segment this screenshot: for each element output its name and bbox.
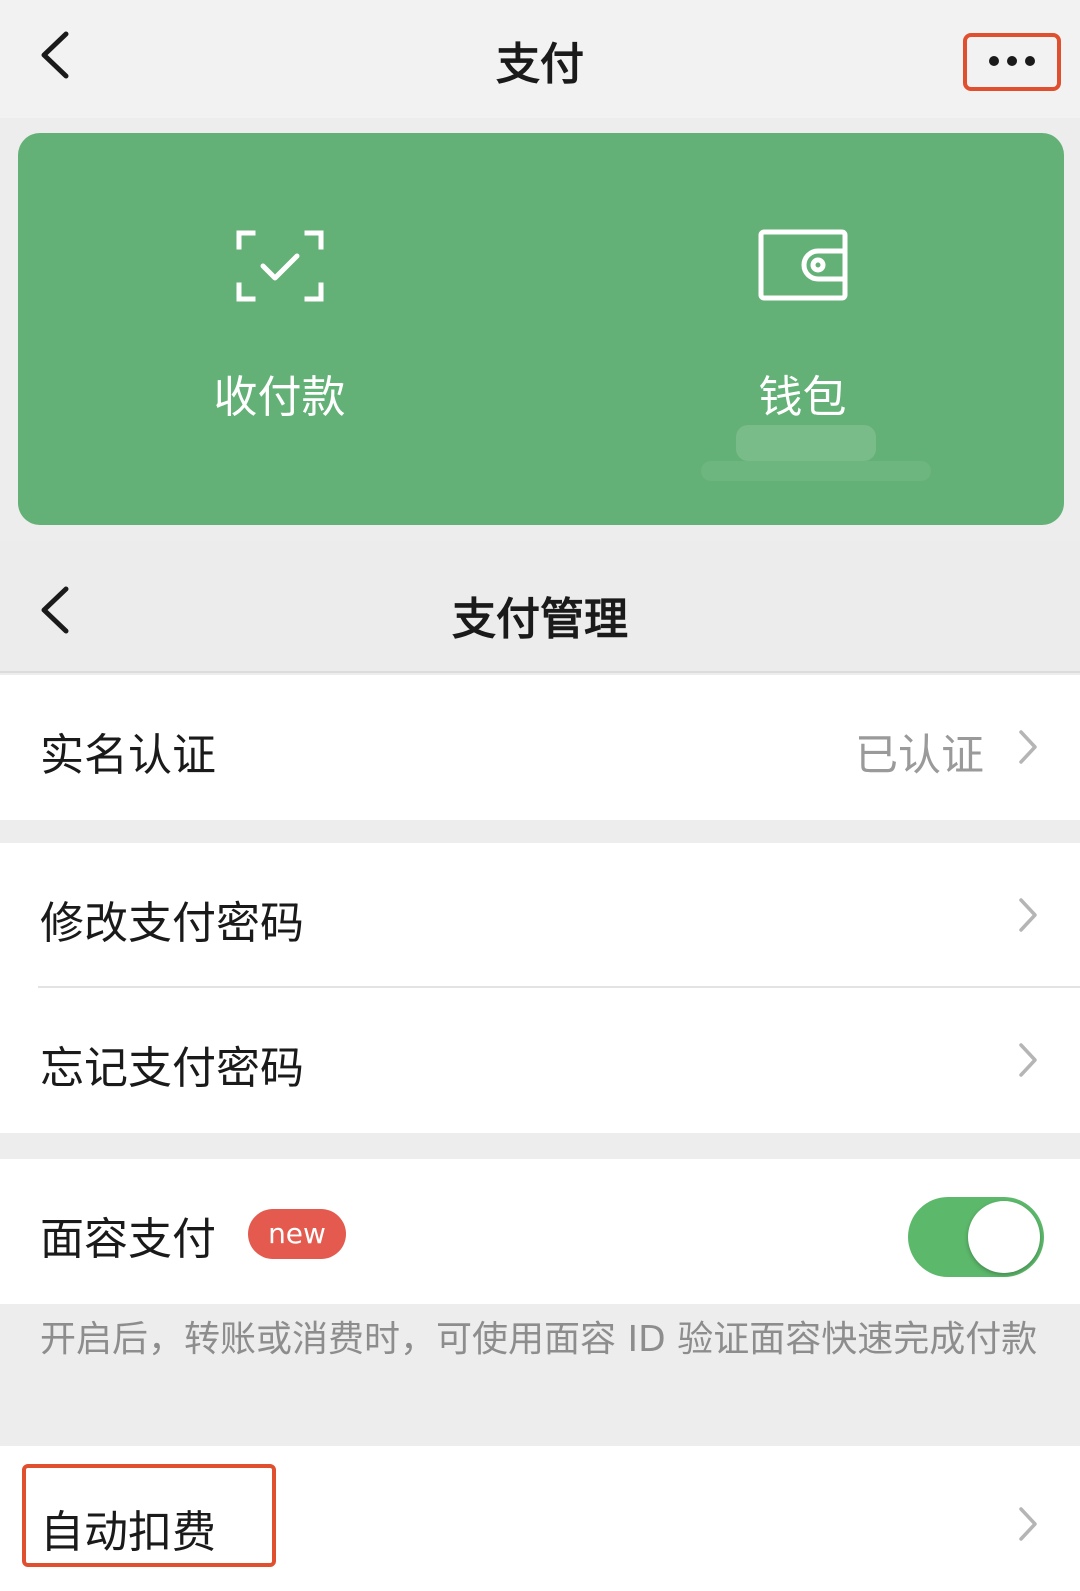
- more-icon: [989, 56, 1035, 66]
- face-pay-description: 开启后，转账或消费时，可使用面容 ID 验证面容快速完成付款: [40, 1319, 1038, 1360]
- row-change-password[interactable]: 修改支付密码: [0, 843, 1080, 988]
- blurred-balance: [736, 425, 876, 461]
- blurred-balance-shadow: [701, 461, 931, 481]
- section-face-pay: 面容支付 new: [0, 1159, 1080, 1304]
- face-pay-toggle[interactable]: [908, 1197, 1044, 1277]
- row-real-name[interactable]: 实名认证 已认证: [0, 675, 1080, 820]
- top-nav-bar: 支付: [0, 0, 1080, 118]
- section-password: 修改支付密码 忘记支付密码: [0, 843, 1080, 1133]
- card-item-label: 收付款: [213, 372, 346, 423]
- row-face-pay: 面容支付 new: [0, 1159, 1080, 1304]
- new-badge: new: [248, 1209, 346, 1259]
- chevron-right-icon: [1018, 729, 1038, 769]
- chevron-right-icon: [1018, 1506, 1038, 1546]
- card-item-label: 钱包: [758, 372, 847, 423]
- row-status-value: 已认证: [855, 731, 984, 781]
- page-title: 支付: [496, 39, 584, 90]
- toggle-knob: [968, 1201, 1040, 1273]
- section-real-name: 实名认证 已认证: [0, 675, 1080, 820]
- card-item-wallet[interactable]: 钱包: [541, 133, 1064, 525]
- row-label: 面容支付: [40, 1214, 216, 1265]
- auto-deduct-highlight: [22, 1464, 276, 1567]
- chevron-right-icon: [1018, 897, 1038, 937]
- row-label: 忘记支付密码: [40, 1043, 304, 1094]
- wallet-icon: [758, 229, 848, 305]
- row-label: 实名认证: [40, 730, 216, 781]
- payment-card: 收付款 钱包: [18, 133, 1064, 525]
- sub-nav-bar: 支付管理: [0, 541, 1080, 673]
- chevron-right-icon: [1018, 1042, 1038, 1082]
- card-item-receive-pay[interactable]: 收付款: [18, 133, 541, 525]
- row-label: 修改支付密码: [40, 898, 304, 949]
- more-button[interactable]: [963, 33, 1061, 91]
- section-title: 支付管理: [452, 594, 628, 645]
- scan-check-icon: [235, 229, 325, 307]
- row-forgot-password[interactable]: 忘记支付密码: [0, 988, 1080, 1133]
